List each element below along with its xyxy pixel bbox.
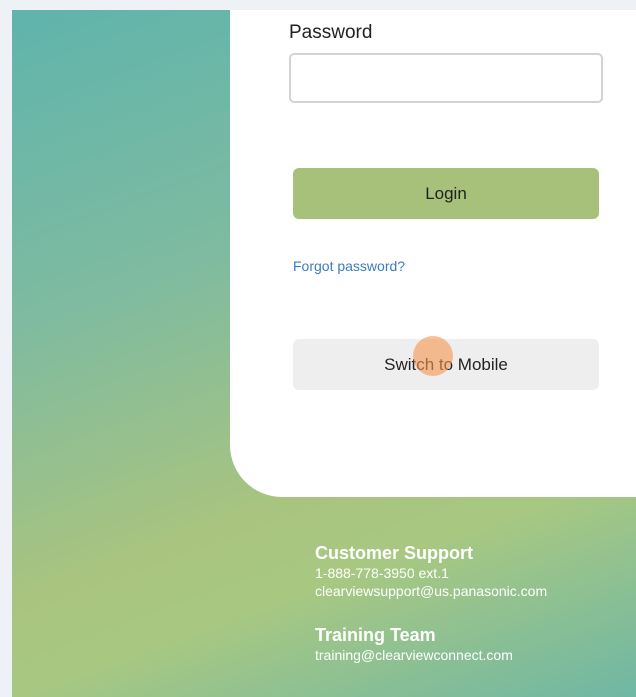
support-phone: 1-888-778-3950 ext.1 [315,565,449,581]
support-email: clearviewsupport@us.panasonic.com [315,583,548,599]
support-info: Customer Support 1-888-778-3950 ext.1 cl… [315,542,547,664]
page-background: Password Login Forgot password? Switch t… [12,10,636,697]
password-label: Password [289,22,373,43]
forgot-password-link[interactable]: Forgot password? [293,258,405,274]
support-heading: Customer Support [315,543,474,563]
training-email: training@clearviewconnect.com [315,647,513,663]
switch-to-mobile-button[interactable]: Switch to Mobile [293,339,599,390]
training-heading: Training Team [315,625,436,645]
login-button[interactable]: Login [293,168,599,219]
password-input[interactable] [289,53,603,103]
